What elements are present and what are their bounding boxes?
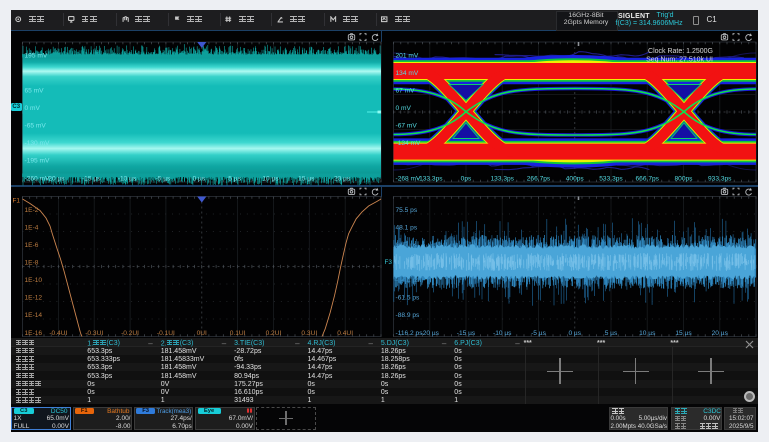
svg-text:1E-14: 1E-14 xyxy=(25,312,43,319)
svg-text:-15 µs: -15 µs xyxy=(457,330,476,337)
svg-text:F1: F1 xyxy=(13,198,21,205)
svg-text:1E-6: 1E-6 xyxy=(25,242,39,249)
svg-text:-0.2UI: -0.2UI xyxy=(121,330,139,337)
svg-text:0.2UI: 0.2UI xyxy=(266,330,282,337)
svg-text:10 µs: 10 µs xyxy=(639,330,656,337)
svg-text:195 mV: 195 mV xyxy=(25,52,48,59)
svg-text:266.7ps: 266.7ps xyxy=(527,175,551,182)
svg-text:20 µs: 20 µs xyxy=(712,330,729,337)
svg-text:1E-8: 1E-8 xyxy=(25,259,39,266)
svg-text:-116.2 ps: -116.2 ps xyxy=(396,330,424,337)
svg-text:10 µs: 10 µs xyxy=(262,175,279,182)
svg-text:1E-16: 1E-16 xyxy=(25,330,43,337)
svg-text:1E-4: 1E-4 xyxy=(25,224,39,231)
svg-text:0.1UI: 0.1UI xyxy=(230,330,246,337)
svg-text:Seq Num: 27.510k UI: Seq Num: 27.510k UI xyxy=(646,57,713,64)
svg-text:-20 µs: -20 µs xyxy=(46,175,65,182)
svg-text:133.3ps: 133.3ps xyxy=(491,175,515,182)
svg-text:134 mV: 134 mV xyxy=(396,70,419,77)
svg-text:933.3ps: 933.3ps xyxy=(708,175,732,182)
svg-text:-65 mV: -65 mV xyxy=(25,122,47,129)
svg-text:-0.1UI: -0.1UI xyxy=(157,330,175,337)
svg-text:0.4UI: 0.4UI xyxy=(337,330,353,337)
svg-text:1E-2: 1E-2 xyxy=(25,207,39,214)
svg-text:800ps: 800ps xyxy=(675,175,694,182)
svg-text:-134 mV: -134 mV xyxy=(396,140,422,147)
svg-text:-67 mV: -67 mV xyxy=(396,122,418,129)
svg-text:Clock Rate: 1.2500G: Clock Rate: 1.2500G xyxy=(648,48,713,55)
svg-text:15 µs: 15 µs xyxy=(675,330,692,337)
svg-text:0 µs: 0 µs xyxy=(568,330,581,337)
svg-text:-61.5 ps: -61.5 ps xyxy=(396,294,421,301)
svg-text:-88.9 ps: -88.9 ps xyxy=(396,312,421,319)
svg-text:0.3UI: 0.3UI xyxy=(301,330,317,337)
svg-text:-0.4UI: -0.4UI xyxy=(49,330,67,337)
svg-text:0ps: 0ps xyxy=(461,175,472,182)
svg-text:400ps: 400ps xyxy=(566,175,585,182)
svg-text:15 µs: 15 µs xyxy=(298,175,315,182)
svg-text:-195 mV: -195 mV xyxy=(25,157,51,164)
svg-text:F3: F3 xyxy=(385,259,393,266)
svg-text:-15 µs: -15 µs xyxy=(82,175,101,182)
svg-text:5 µs: 5 µs xyxy=(605,330,618,337)
svg-text:20 µs: 20 µs xyxy=(334,175,351,182)
svg-text:48.1 ps: 48.1 ps xyxy=(396,224,418,231)
svg-text:-133.3ps: -133.3ps xyxy=(417,175,443,182)
svg-text:-5 µs: -5 µs xyxy=(531,330,546,337)
svg-text:0 mV: 0 mV xyxy=(25,105,41,112)
svg-text:-10 µs: -10 µs xyxy=(493,330,512,337)
svg-text:65 mV: 65 mV xyxy=(25,87,45,94)
svg-text:0UI: 0UI xyxy=(197,330,207,337)
svg-text:67 mV: 67 mV xyxy=(396,87,416,94)
svg-text:1E-10: 1E-10 xyxy=(25,277,43,284)
svg-text:-0.3UI: -0.3UI xyxy=(85,330,103,337)
svg-text:1E-12: 1E-12 xyxy=(25,294,43,301)
svg-text:0 mV: 0 mV xyxy=(396,105,412,112)
svg-text:-130 mV: -130 mV xyxy=(25,140,51,147)
svg-text:75.5 ps: 75.5 ps xyxy=(396,207,418,214)
svg-text:-20 µs: -20 µs xyxy=(421,330,440,337)
svg-text:-10 µs: -10 µs xyxy=(118,175,137,182)
svg-text:-5 µs: -5 µs xyxy=(156,175,171,182)
svg-text:0 µs: 0 µs xyxy=(192,175,205,182)
svg-text:533.3ps: 533.3ps xyxy=(599,175,623,182)
svg-text:5 µs: 5 µs xyxy=(228,175,241,182)
svg-text:666.7ps: 666.7ps xyxy=(636,175,660,182)
svg-text:201 mV: 201 mV xyxy=(396,52,419,59)
